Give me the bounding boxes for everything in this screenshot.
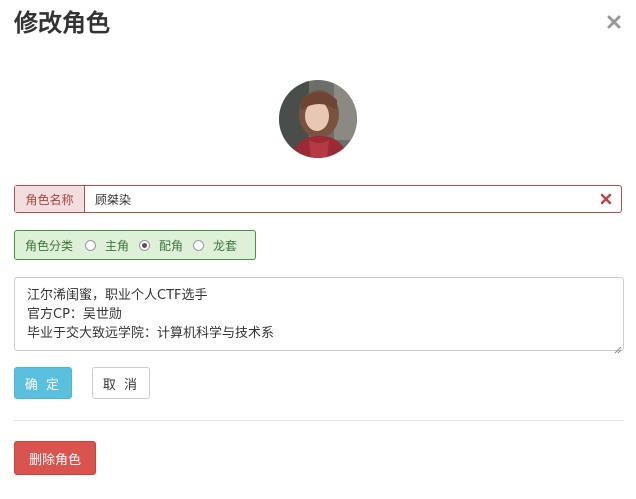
delete-role-button[interactable]: 删除角色 (14, 441, 96, 475)
role-description-textarea[interactable]: 江尔浠闺蜜，职业个人CTF选手 官方CP：吴世勋 毕业于交大致远学院：计算机科学… (14, 277, 624, 351)
cancel-button[interactable]: 取 消 (92, 367, 150, 399)
clear-icon[interactable] (591, 186, 621, 212)
role-name-field: 角色名称 (14, 185, 622, 213)
divider (14, 420, 624, 421)
radio-option-supporting[interactable]: 配角 (139, 237, 183, 254)
radio-label: 主角 (105, 238, 130, 253)
radio-label: 龙套 (213, 238, 238, 253)
description-line: 毕业于交大致远学院：计算机科学与技术系 (27, 326, 275, 341)
radio-icon[interactable] (193, 239, 205, 251)
resize-grip-icon[interactable] (612, 339, 622, 354)
close-icon[interactable] (604, 12, 624, 32)
avatar[interactable] (279, 80, 357, 158)
role-category-label: 角色分类 (25, 238, 74, 253)
dialog-title: 修改角色 (14, 9, 110, 37)
radio-icon[interactable] (85, 239, 97, 251)
role-name-input[interactable] (85, 186, 591, 212)
description-line: 官方CP：吴世勋 (27, 307, 122, 322)
radio-option-extra[interactable]: 龙套 (193, 237, 237, 254)
radio-icon-checked[interactable] (139, 239, 151, 251)
radio-option-main[interactable]: 主角 (85, 237, 129, 254)
confirm-button[interactable]: 确 定 (14, 367, 72, 399)
radio-label: 配角 (159, 238, 184, 253)
role-name-label: 角色名称 (15, 186, 85, 212)
role-category-group: 角色分类 主角 配角 龙套 (14, 230, 256, 260)
description-line: 江尔浠闺蜜，职业个人CTF选手 (27, 288, 208, 303)
